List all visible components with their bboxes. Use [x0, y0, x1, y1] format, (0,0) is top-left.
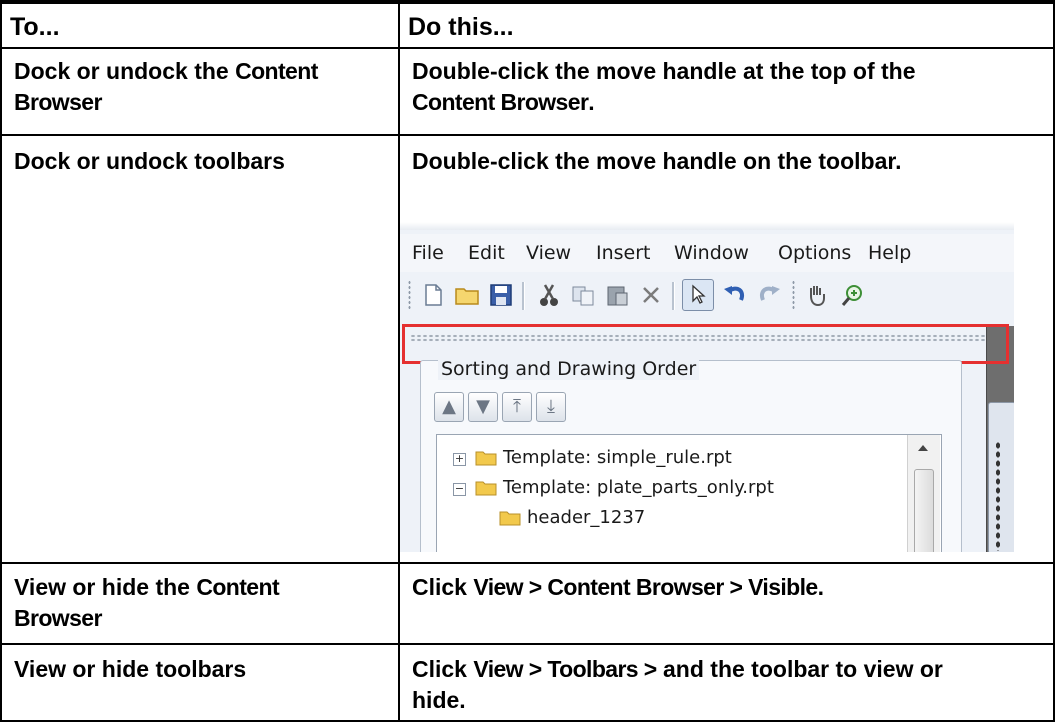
menu-edit[interactable]: Edit [468, 242, 505, 264]
row4-do: Click View > Toolbars > and the toolbar … [412, 654, 1042, 716]
row1-do-end: . [588, 89, 595, 115]
menu-help[interactable]: Help [868, 242, 911, 264]
select-tool-button[interactable] [682, 279, 714, 311]
new-file-icon[interactable] [420, 282, 446, 308]
row3-to: View or hide the Content Browser [14, 572, 394, 634]
row1-to-text: Dock or undock the [14, 58, 236, 84]
pointer-icon [692, 284, 706, 304]
row-divider [0, 134, 1055, 136]
side-panel [988, 402, 1014, 552]
paste-icon[interactable] [604, 282, 630, 308]
toolbar-separator [522, 282, 525, 310]
move-to-bottom-button[interactable]: ⤓ [536, 392, 566, 422]
row3-do-term: View > Content Browser > Visible [473, 574, 818, 600]
header-to: To... [10, 13, 60, 41]
cut-icon[interactable] [536, 282, 562, 308]
menu-window[interactable]: Window [674, 242, 749, 264]
toolbar-move-handle-2[interactable] [792, 280, 795, 310]
tree-view: + Template: simple_rule.rpt − Template: … [436, 434, 942, 552]
menu-bar: File Edit View Insert Window Options Hel… [400, 234, 1014, 272]
move-to-top-button[interactable]: ⤒ [502, 392, 532, 422]
window-top-strip [400, 222, 1014, 230]
menu-view[interactable]: View [526, 242, 571, 264]
redo-icon[interactable] [756, 282, 782, 308]
row2-to: Dock or undock toolbars [14, 148, 285, 174]
collapse-icon[interactable]: − [453, 483, 466, 496]
row-divider [0, 562, 1055, 564]
delete-icon[interactable] [638, 282, 664, 308]
row4-to: View or hide toolbars [14, 656, 247, 682]
row4-do-end: hide. [412, 687, 466, 713]
up-arrow-icon: ▲ [442, 396, 456, 417]
tree-item-label: Template: plate_parts_only.rpt [503, 477, 774, 498]
down-arrow-icon: ▼ [476, 396, 490, 417]
scroll-thumb[interactable] [914, 469, 934, 552]
tree-item-label: Template: simple_rule.rpt [503, 447, 732, 468]
row1-do-text: Double-click the move handle at the top … [412, 58, 916, 84]
instruction-table: To... Do this... Dock or undock the Cont… [0, 0, 1055, 722]
row2-do: Double-click the move handle on the tool… [412, 148, 902, 174]
row3-to-text: View or hide the [14, 574, 197, 600]
row3-do-text: Click [412, 574, 474, 600]
header-row-divider [0, 47, 1055, 49]
menu-options[interactable]: Options [778, 242, 851, 264]
move-down-button[interactable]: ▼ [468, 392, 498, 422]
expand-icon[interactable]: + [453, 453, 466, 466]
move-up-button[interactable]: ▲ [434, 392, 464, 422]
row4-do-cont: and the toolbar to view or [656, 656, 943, 682]
side-panel-grip [995, 441, 1001, 551]
row1-do: Double-click the move handle at the top … [412, 56, 1042, 118]
folder-icon [475, 451, 497, 466]
to-top-icon: ⤒ [513, 396, 521, 417]
zoom-in-icon[interactable] [840, 282, 866, 308]
row1-do-term: Content Browser [412, 89, 589, 115]
menu-insert[interactable]: Insert [596, 242, 651, 264]
open-folder-icon[interactable] [454, 282, 480, 308]
menu-file[interactable]: File [412, 242, 444, 264]
row3-to-term: Content [196, 574, 280, 600]
panel-title: Sorting and Drawing Order [438, 358, 700, 380]
row3-do: Click View > Content Browser > Visible. [412, 572, 824, 603]
row1-to-term: Content [235, 58, 318, 84]
header-do-this: Do this... [408, 13, 514, 41]
row1-to: Dock or undock the Content Browser [14, 56, 394, 118]
tree-item-label: header_1237 [527, 507, 646, 528]
folder-icon [499, 511, 521, 526]
save-icon[interactable] [488, 282, 514, 308]
scroll-up-icon[interactable] [918, 445, 928, 451]
row4-do-term: View > Toolbars > [473, 656, 657, 682]
row4-do-text: Click [412, 656, 474, 682]
copy-icon[interactable] [570, 282, 596, 308]
row3-to-term-cont: Browser [14, 605, 102, 631]
table-left-border [0, 4, 2, 722]
tree-scrollbar[interactable] [907, 435, 940, 552]
folder-icon [475, 481, 497, 496]
to-bottom-icon: ⤓ [547, 396, 555, 417]
toolbar-move-handle[interactable] [408, 280, 411, 310]
pan-hand-icon[interactable] [804, 282, 830, 308]
row3-do-end: . [817, 574, 825, 600]
embedded-screenshot: File Edit View Insert Window Options Hel… [400, 222, 1014, 552]
row-divider [0, 643, 1055, 645]
toolbar-separator [672, 282, 675, 310]
table-top-border [0, 0, 1055, 4]
toolbar [400, 274, 1014, 318]
undo-icon[interactable] [722, 282, 748, 308]
row1-to-term-cont: Browser [14, 89, 102, 115]
